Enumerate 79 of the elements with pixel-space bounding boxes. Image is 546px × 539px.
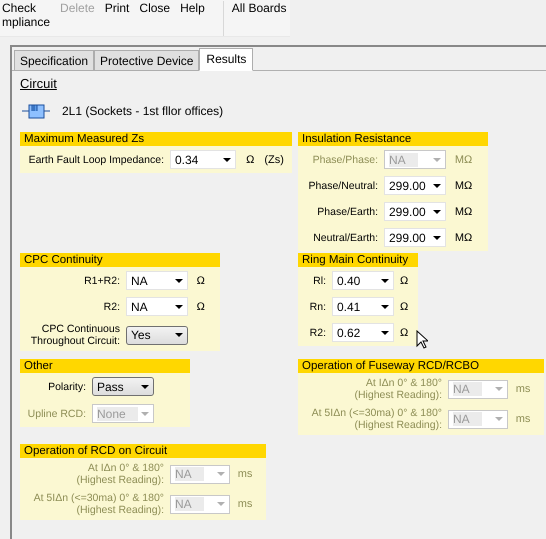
group-title: Maximum Measured Zs [20,132,292,146]
field-label: At IΔn 0° & 180° (Highest Reading): [353,377,442,401]
dropdown-field[interactable]: 0.62 [332,323,394,342]
unit-label: Ω [400,326,408,338]
caret-icon [217,472,225,476]
dropdown-field[interactable]: 299.00 [384,228,446,247]
mouse-cursor-icon [416,330,428,349]
unit-label: ms [516,413,532,425]
dropdown-field[interactable]: 0.34 [170,150,236,169]
dropdown-field[interactable]: NA [126,271,188,290]
caret-icon [433,210,441,214]
caret-icon [141,384,149,388]
tab[interactable]: Results [199,48,254,71]
unit-label: MΩ [454,232,474,244]
tab[interactable]: Specification [14,50,94,71]
dropdown-field[interactable]: 299.00 [384,176,446,195]
caret-icon [433,236,441,240]
field-label: Phase/Phase: [312,154,378,166]
field-label: Phase/Earth: [316,206,378,218]
dropdown-field[interactable]: 0.41 [332,297,394,316]
unit-label: Ω [196,300,206,312]
unit-label: MΩ [454,154,474,166]
unit-label: ms [238,498,254,510]
group-title: Operation of Fuseway RCD/RCBO [298,359,544,373]
caret-icon [433,184,441,188]
group-title: Other [20,359,190,373]
caret-icon [381,278,389,282]
group-title: Operation of RCD on Circuit [20,444,266,458]
group-title: Insulation Resistance [298,132,488,146]
dropdown-field[interactable]: 299.00 [384,202,446,221]
field-label: Phase/Neutral: [308,180,378,192]
caret-icon [495,417,503,421]
caret-icon [433,158,441,162]
field-label: R2: [308,326,326,338]
unit-label: Ω [246,154,256,166]
unit-label: ms [516,383,532,395]
unit-label: Ω [196,274,206,286]
dropdown-field[interactable]: 0.40 [332,271,394,290]
field-label: At 5IΔn (<=30ma) 0° & 180° (Highest Reading): [310,407,442,431]
caret-icon [381,304,389,308]
suffix-label: (Zs) [264,154,285,166]
dropdown-field[interactable]: Yes [126,326,188,344]
dropdown-field[interactable]: NA [126,297,188,316]
field-label: At IΔn 0° & 180° (Highest Reading): [75,462,164,486]
unit-label: MΩ [454,180,474,192]
field-label: Neutral/Earth: [312,232,378,244]
field-label: Earth Fault Loop Impedance: [28,154,164,166]
group-title: Ring Main Continuity [298,253,418,267]
field-label: CPC Continuous Throughout Circuit: [30,323,120,347]
section-heading: Circuit [20,76,58,91]
toolbar-button[interactable]: Close [139,1,170,36]
caret-icon [175,278,183,282]
caret-icon [141,412,149,416]
circuit-name: 2L1 (Sockets - 1st fllor offices) [62,104,224,118]
unit-label: MΩ [454,206,474,218]
field-label: Polarity: [47,380,86,392]
circuit-icon [22,103,50,119]
group-title: CPC Continuity [20,253,220,267]
toolbar-button[interactable]: All Boards [232,1,286,15]
field-label: Rn: [308,300,326,312]
caret-icon [223,158,231,162]
field-label: R1+R2: [83,274,120,286]
field-label: Rl: [312,274,326,286]
tab[interactable]: Protective Device [94,50,200,71]
field-label: At 5IΔn (<=30ma) 0° & 180° (Highest Reading): [32,492,164,516]
toolbar-button[interactable]: Help [180,1,205,36]
toolbar-button[interactable]: Check mpliance [2,1,50,36]
toolbar-button[interactable]: Print [104,1,130,36]
unit-label: Ω [400,274,408,286]
caret-icon [175,304,183,308]
caret-icon [495,387,503,391]
field-label: Upline RCD: [26,408,86,420]
dropdown-field[interactable]: Pass [92,377,154,396]
field-label: R2: [102,300,120,312]
unit-label: ms [238,468,254,480]
caret-icon [175,333,183,337]
caret-icon [381,330,389,334]
caret-icon [217,502,225,506]
unit-label: Ω [400,300,408,312]
